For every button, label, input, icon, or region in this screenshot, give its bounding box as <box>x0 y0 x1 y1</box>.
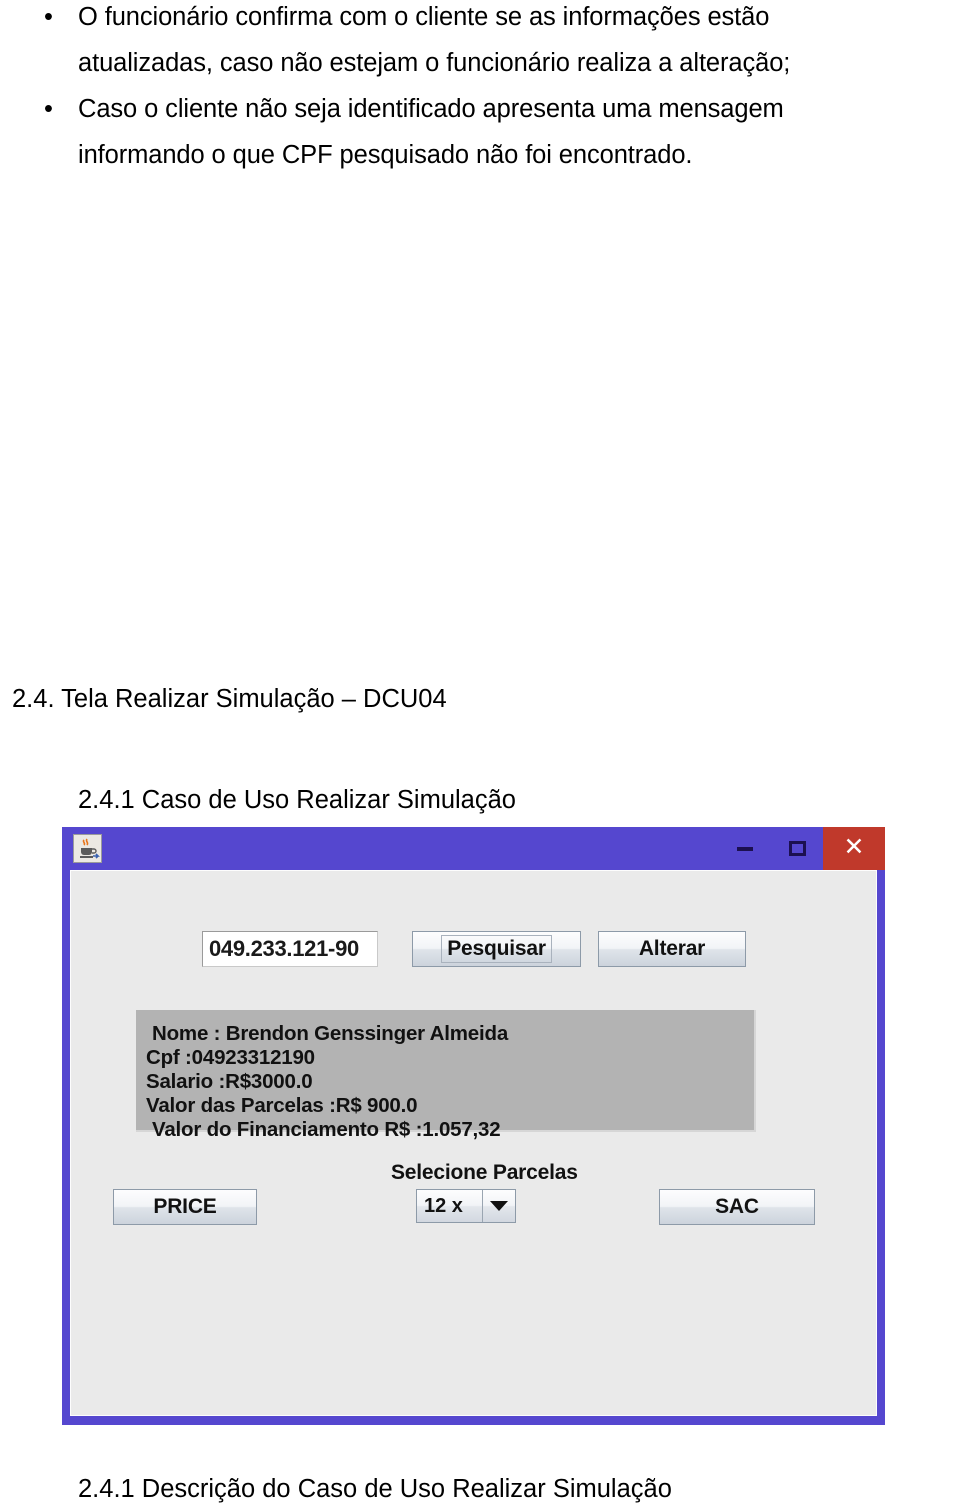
customer-info-panel: Nome : Brendon Genssinger Almeida Cpf :0… <box>136 1010 756 1141</box>
installments-select[interactable]: 12 x <box>416 1189 516 1223</box>
maximize-button[interactable] <box>771 827 823 870</box>
close-button[interactable]: ✕ <box>823 827 885 870</box>
bottom-caption: 2.4.1 Descrição do Caso de Uso Realizar … <box>78 1475 672 1503</box>
price-button[interactable]: PRICE <box>113 1189 257 1225</box>
subsection-heading: 2.4.1 Caso de Uso Realizar Simulação <box>78 786 516 814</box>
alter-button[interactable]: Alterar <box>598 931 746 967</box>
section-heading: 2.4. Tela Realizar Simulação – DCU04 <box>12 685 447 713</box>
sac-button[interactable]: SAC <box>659 1189 815 1225</box>
minimize-button[interactable] <box>719 827 771 870</box>
bullet-list: • O funcionário confirma com o cliente s… <box>0 0 960 178</box>
maximize-icon <box>788 841 806 856</box>
application-window: ✕ 049.233.121-90 Pesquisar Alterar Nome … <box>62 827 885 1425</box>
installments-selected-value: 12 x <box>424 1194 463 1217</box>
bullet-text-line-1: O funcionário confirma com o cliente se … <box>78 3 770 31</box>
bullet-text-line-2: atualizadas, caso não estejam o funcioná… <box>78 49 791 77</box>
info-line-financing-value: Valor do Financiamento R$ :1.057,32 <box>152 1118 501 1141</box>
search-row: 049.233.121-90 Pesquisar Alterar <box>71 931 876 971</box>
info-line-installment-value: Valor das Parcelas :R$ 900.0 <box>146 1094 418 1117</box>
bottom-controls-row: PRICE Selecione Parcelas 12 x SAC <box>71 1161 876 1225</box>
info-line-name: Nome : Brendon Genssinger Almeida <box>152 1022 509 1045</box>
search-button[interactable]: Pesquisar <box>412 931 581 967</box>
chevron-down-icon[interactable] <box>482 1190 515 1222</box>
window-titlebar[interactable]: ✕ <box>62 827 885 870</box>
minimize-icon <box>737 846 753 851</box>
search-button-label: Pesquisar <box>441 935 552 963</box>
cpf-input[interactable]: 049.233.121-90 <box>202 931 378 967</box>
bullet-marker: • <box>44 3 53 31</box>
bullet-marker: • <box>44 95 53 123</box>
info-line-cpf: Cpf :04923312190 <box>146 1046 315 1069</box>
info-line-salary: Salario :R$3000.0 <box>146 1070 313 1093</box>
bullet-text-line-1: Caso o cliente não seja identificado apr… <box>78 95 784 123</box>
list-item: • O funcionário confirma com o cliente s… <box>0 0 960 86</box>
list-item: • Caso o cliente não seja identificado a… <box>0 86 960 178</box>
window-content-area: 049.233.121-90 Pesquisar Alterar Nome : … <box>70 870 877 1416</box>
java-coffee-cup-icon <box>73 834 102 863</box>
installments-label: Selecione Parcelas <box>391 1161 578 1184</box>
bullet-text-line-2: informando o que CPF pesquisado não foi … <box>78 141 693 169</box>
document-body: • O funcionário confirma com o cliente s… <box>0 0 960 178</box>
window-controls: ✕ <box>719 827 885 870</box>
